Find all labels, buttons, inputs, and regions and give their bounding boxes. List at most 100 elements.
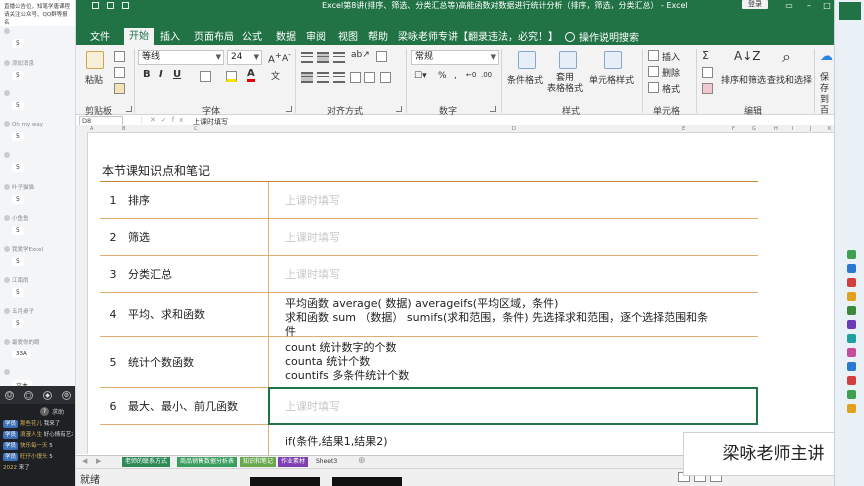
sheet-tab[interactable]: 作业素材	[278, 457, 309, 467]
decrease-font-icon[interactable]: A-	[282, 50, 291, 64]
column-header[interactable]: E	[682, 126, 685, 132]
tab-3[interactable]: 页面布局	[194, 32, 234, 44]
tab-9[interactable]: 梁咏老师专讲【翻录违法，必究！】	[398, 32, 558, 44]
app-icon[interactable]	[847, 362, 856, 371]
minimize-icon[interactable]: –	[802, 0, 816, 11]
notes-row[interactable]: 4 平均、求和函数 平均函数 average( 数据) averageifs(平均区…	[100, 293, 758, 339]
column-header[interactable]: D	[512, 126, 516, 132]
format-cells-button[interactable]: 格式	[662, 82, 680, 95]
note-placeholder[interactable]: 上课时填写	[285, 182, 340, 219]
app-icon[interactable]	[847, 264, 856, 273]
underline-icon[interactable]: U	[173, 69, 181, 80]
cut-icon[interactable]	[114, 51, 125, 62]
format-as-table-icon[interactable]	[559, 51, 577, 69]
sort-filter-icon[interactable]: A↓Z	[734, 49, 760, 63]
italic-icon[interactable]: I	[159, 69, 163, 80]
delete-cells-button[interactable]: 删除	[662, 66, 680, 79]
copy-icon[interactable]	[114, 67, 125, 78]
number-launcher-icon[interactable]	[490, 106, 496, 112]
paste-button[interactable]: 粘贴	[85, 73, 103, 86]
notes-row[interactable]: 6 最大、最小、前几函数 上课时填写	[100, 387, 758, 425]
insert-cells-button[interactable]: 插入	[662, 50, 680, 63]
delete-cells-icon[interactable]	[648, 66, 659, 77]
notes-row[interactable]: 1 排序 上课时填写	[100, 182, 758, 219]
format-painter-icon[interactable]	[114, 83, 125, 94]
sheet-tab[interactable]: 老师的联系方式	[122, 457, 171, 467]
column-header[interactable]: A	[90, 126, 93, 132]
next-sheet-icon[interactable]: ▶	[96, 457, 101, 465]
tab-5[interactable]: 数据	[276, 32, 296, 44]
column-header[interactable]: K	[828, 126, 831, 132]
autosum-icon[interactable]: Σ	[702, 49, 709, 62]
tab-8[interactable]: 帮助	[368, 32, 388, 44]
tab-7[interactable]: 视图	[338, 32, 358, 44]
align-center-icon[interactable]	[317, 72, 329, 83]
app-icon[interactable]	[847, 320, 856, 329]
find-select-button[interactable]: 查找和选择	[767, 73, 812, 86]
clipboard-launcher-icon[interactable]	[126, 106, 132, 112]
clear-icon[interactable]	[702, 83, 713, 94]
gift-icon[interactable]: ◆	[43, 390, 52, 400]
tab-6[interactable]: 审阅	[306, 32, 326, 44]
conditional-format-icon[interactable]	[518, 51, 536, 69]
column-header[interactable]: I	[792, 126, 793, 132]
conditional-format-button[interactable]: 条件格式	[507, 73, 543, 86]
notes-row[interactable]: 2 筛选 上课时填写	[100, 219, 758, 256]
sort-filter-button[interactable]: 排序和筛选	[721, 73, 766, 86]
note-placeholder[interactable]: 上课时填写	[285, 219, 340, 256]
comma-style-icon[interactable]: ,	[454, 71, 457, 81]
paste-icon[interactable]	[86, 51, 104, 69]
worksheet-grid[interactable]: ABCDEFGHIJK 本节课知识点和笔记 1 排序 上课时填写 2 筛选 上课时填写 3 分…	[76, 125, 834, 455]
format-cells-icon[interactable]	[648, 82, 659, 93]
save-icon[interactable]	[92, 2, 99, 9]
merge-center-icon[interactable]	[380, 72, 391, 83]
bold-icon[interactable]: B	[143, 69, 151, 80]
emoji-icon[interactable]: ☺	[5, 390, 14, 400]
cell-styles-icon[interactable]	[604, 51, 622, 69]
align-left-icon[interactable]	[301, 72, 313, 83]
tab-1[interactable]: 开始	[124, 28, 154, 45]
tab-0[interactable]: 文件	[90, 32, 110, 44]
add-sheet-icon[interactable]: ⊕	[358, 456, 366, 466]
fill-color-icon[interactable]	[226, 71, 237, 82]
decrease-decimal-icon[interactable]: .00	[481, 71, 492, 79]
accounting-format-icon[interactable]: ☐▾	[414, 71, 427, 81]
column-header[interactable]: H	[774, 126, 778, 132]
tab-2[interactable]: 插入	[160, 32, 180, 44]
search-icon[interactable]: ⌕	[782, 47, 791, 67]
app-icon[interactable]	[847, 250, 856, 259]
notes-row[interactable]: if(条件,结果1,结果2)	[100, 425, 758, 455]
align-top-icon[interactable]	[301, 52, 313, 63]
app-icon[interactable]	[847, 334, 856, 343]
notes-row[interactable]: 5 统计个数函数 count 统计数字的个数 counta 统计个数 countifs …	[100, 337, 758, 388]
increase-decimal-icon[interactable]: ←0	[466, 71, 476, 79]
tab-4[interactable]: 公式	[242, 32, 262, 44]
insert-cells-icon[interactable]	[648, 50, 659, 61]
undo-icon[interactable]	[107, 2, 114, 9]
note-lines[interactable]: 平均函数 average( 数据) averageifs(平均区域，条件) 求和函…	[285, 297, 755, 339]
fill-icon[interactable]	[702, 67, 713, 78]
align-middle-icon[interactable]	[317, 52, 329, 63]
orientation-icon[interactable]: ab↗	[351, 50, 370, 60]
align-launcher-icon[interactable]	[396, 106, 402, 112]
prev-sheet-icon[interactable]: ◀	[82, 457, 87, 465]
maximize-icon[interactable]: □	[820, 0, 834, 11]
close-window-button[interactable]	[839, 2, 861, 20]
sheet-tab[interactable]: 商品销售数据分析表	[177, 457, 238, 467]
app-icon[interactable]	[847, 292, 856, 301]
ribbon-options-icon[interactable]: ▭	[782, 0, 796, 11]
note-placeholder[interactable]: 上课时填写	[285, 256, 340, 293]
image-icon[interactable]: ▢	[24, 390, 33, 400]
app-icon[interactable]	[847, 306, 856, 315]
font-launcher-icon[interactable]	[286, 106, 292, 112]
app-icon[interactable]	[847, 404, 856, 413]
sheet-tab[interactable]: 知识和笔记	[240, 457, 277, 467]
font-size-select[interactable]: 24 ▼	[227, 50, 262, 65]
ask-help-button[interactable]: ? 求助	[0, 404, 75, 418]
login-button[interactable]: 登录	[742, 0, 768, 9]
column-header[interactable]: B	[122, 126, 125, 132]
app-icon[interactable]	[847, 278, 856, 287]
percent-icon[interactable]: %	[438, 71, 447, 81]
notes-row[interactable]: 3 分类汇总 上课时填写	[100, 256, 758, 293]
app-icon[interactable]	[847, 376, 856, 385]
